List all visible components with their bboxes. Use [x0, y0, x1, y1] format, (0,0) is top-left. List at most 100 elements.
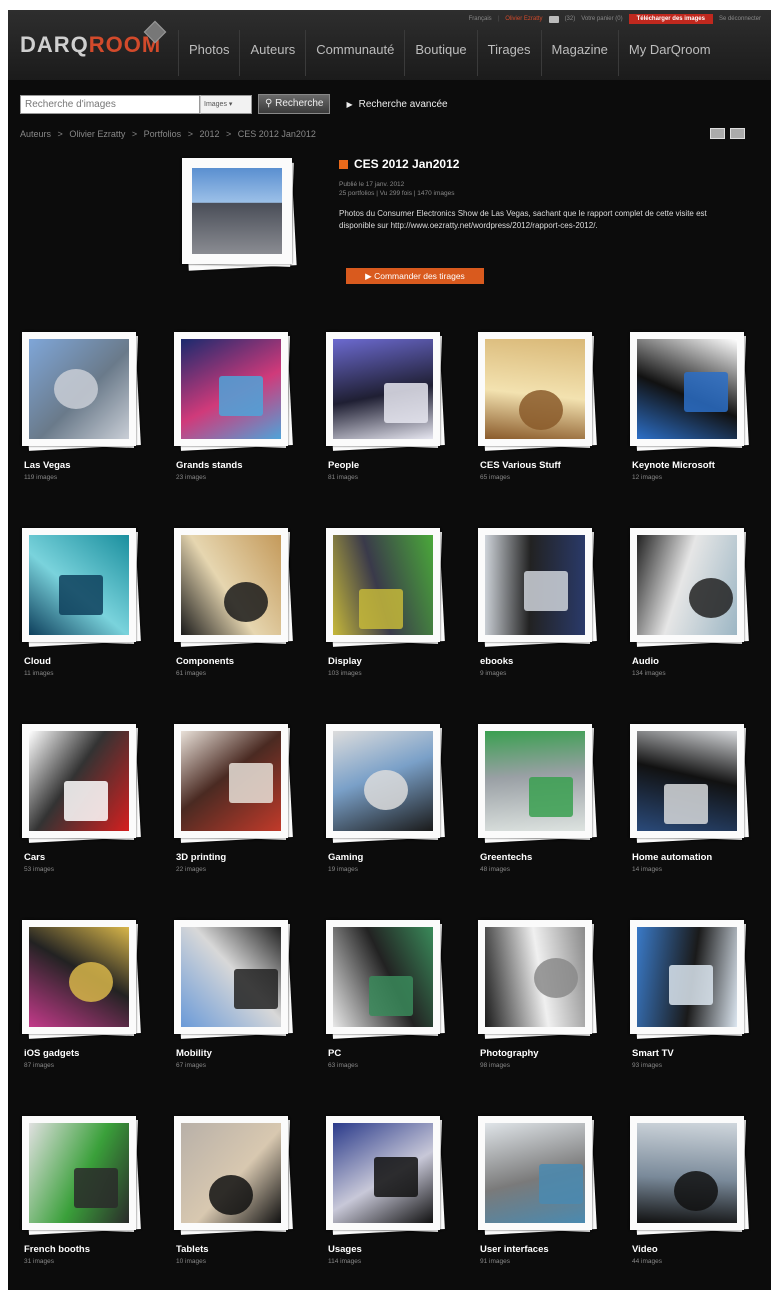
- portfolio-card[interactable]: Home automation 14 images: [628, 718, 760, 888]
- portfolio-thumbnail[interactable]: [476, 1114, 600, 1238]
- portfolio-card[interactable]: Audio 134 images: [628, 522, 760, 692]
- portfolio-card[interactable]: French booths 31 images: [20, 1110, 152, 1280]
- portfolio-thumbnail[interactable]: [628, 526, 752, 650]
- portfolio-card[interactable]: Grands stands 23 images: [172, 326, 304, 496]
- portfolio-card[interactable]: Display 103 images: [324, 522, 456, 692]
- crumb-year[interactable]: 2012: [199, 129, 219, 139]
- portfolio-card[interactable]: iOS gadgets 87 images: [20, 914, 152, 1084]
- portfolio-title[interactable]: Mobility: [176, 1048, 212, 1059]
- portfolio-title[interactable]: Keynote Microsoft: [632, 460, 715, 471]
- portfolio-thumbnail[interactable]: [20, 722, 144, 846]
- nav-tirages[interactable]: Tirages: [476, 30, 541, 76]
- portfolio-title[interactable]: User interfaces: [480, 1244, 549, 1255]
- portfolio-title[interactable]: Components: [176, 656, 234, 667]
- portfolio-thumbnail[interactable]: [20, 918, 144, 1042]
- nav-my-darqroom[interactable]: My DarQroom: [617, 30, 721, 76]
- portfolio-title[interactable]: Las Vegas: [24, 460, 70, 471]
- portfolio-thumbnail[interactable]: [628, 722, 752, 846]
- portfolio-card[interactable]: Gaming 19 images: [324, 718, 456, 888]
- nav-communaute[interactable]: Communauté: [305, 30, 404, 76]
- cart-link[interactable]: Votre panier (0): [581, 16, 622, 22]
- portfolio-thumbnail[interactable]: [476, 526, 600, 650]
- rss-icon[interactable]: [339, 160, 348, 170]
- portfolio-card[interactable]: Usages 114 images: [324, 1110, 456, 1280]
- portfolio-title[interactable]: People: [328, 460, 359, 471]
- portfolio-title[interactable]: Smart TV: [632, 1048, 674, 1059]
- portfolio-thumbnail[interactable]: [324, 1114, 448, 1238]
- portfolio-card[interactable]: Cars 53 images: [20, 718, 152, 888]
- portfolio-title[interactable]: Home automation: [632, 852, 712, 863]
- portfolio-card[interactable]: Smart TV 93 images: [628, 914, 760, 1084]
- logout-link[interactable]: Se déconnecter: [719, 16, 761, 22]
- slideshow-view-icon[interactable]: [730, 128, 745, 139]
- portfolio-thumbnail[interactable]: [172, 722, 296, 846]
- portfolio-card[interactable]: Keynote Microsoft 12 images: [628, 326, 760, 496]
- portfolio-thumbnail[interactable]: [20, 330, 144, 454]
- portfolio-card[interactable]: Greentechs 48 images: [476, 718, 608, 888]
- portfolio-thumbnail[interactable]: [476, 330, 600, 454]
- darqroom-logo[interactable]: DARQROOM: [20, 20, 167, 58]
- search-input[interactable]: Recherche d'images: [20, 94, 200, 114]
- portfolio-title[interactable]: Photography: [480, 1048, 539, 1059]
- portfolio-title[interactable]: Display: [328, 656, 362, 667]
- portfolio-thumbnail[interactable]: [324, 526, 448, 650]
- portfolio-thumbnail[interactable]: [172, 330, 296, 454]
- portfolio-card[interactable]: Las Vegas 119 images: [20, 326, 152, 496]
- portfolio-thumbnail[interactable]: [628, 918, 752, 1042]
- portfolio-thumbnail[interactable]: [20, 1114, 144, 1238]
- crumb-auteurs[interactable]: Auteurs: [20, 129, 51, 139]
- portfolio-title[interactable]: Tablets: [176, 1244, 209, 1255]
- crumb-author[interactable]: Olivier Ezratty: [69, 129, 125, 139]
- nav-auteurs[interactable]: Auteurs: [239, 30, 305, 76]
- portfolio-card[interactable]: People 81 images: [324, 326, 456, 496]
- portfolio-title[interactable]: Usages: [328, 1244, 362, 1255]
- portfolio-card[interactable]: User interfaces 91 images: [476, 1110, 608, 1280]
- portfolio-title[interactable]: CES Various Stuff: [480, 460, 561, 471]
- portfolio-title[interactable]: Gaming: [328, 852, 363, 863]
- portfolio-thumbnail[interactable]: [324, 330, 448, 454]
- portfolio-card[interactable]: 3D printing 22 images: [172, 718, 304, 888]
- download-images-button[interactable]: Télécharger des images: [628, 14, 713, 24]
- search-button[interactable]: ⚲ Recherche: [258, 94, 331, 114]
- portfolio-title[interactable]: Grands stands: [176, 460, 243, 471]
- portfolio-title[interactable]: French booths: [24, 1244, 90, 1255]
- portfolio-card[interactable]: Mobility 67 images: [172, 914, 304, 1084]
- portfolio-thumbnail[interactable]: [20, 526, 144, 650]
- advanced-search-link[interactable]: ▶ Recherche avancée: [346, 99, 447, 110]
- portfolio-title[interactable]: Cloud: [24, 656, 51, 667]
- album-cover[interactable]: [182, 158, 297, 271]
- nav-boutique[interactable]: Boutique: [404, 30, 476, 76]
- portfolio-thumbnail[interactable]: [172, 918, 296, 1042]
- portfolio-card[interactable]: PC 63 images: [324, 914, 456, 1084]
- portfolio-card[interactable]: CES Various Stuff 65 images: [476, 326, 608, 496]
- messages-icon[interactable]: [548, 15, 559, 23]
- user-menu[interactable]: Olivier Ezratty: [505, 16, 542, 22]
- order-prints-button[interactable]: ▶ Commander des tirages: [346, 268, 484, 284]
- portfolio-thumbnail[interactable]: [324, 722, 448, 846]
- portfolio-thumbnail[interactable]: [628, 330, 752, 454]
- portfolio-thumbnail[interactable]: [476, 918, 600, 1042]
- portfolio-title[interactable]: Video: [632, 1244, 658, 1255]
- portfolio-card[interactable]: Video 44 images: [628, 1110, 760, 1280]
- search-scope-select[interactable]: Images ▾: [200, 94, 252, 114]
- portfolio-title[interactable]: Cars: [24, 852, 45, 863]
- portfolio-title[interactable]: PC: [328, 1048, 341, 1059]
- portfolio-thumbnail[interactable]: [628, 1114, 752, 1238]
- portfolio-thumbnail[interactable]: [324, 918, 448, 1042]
- portfolio-card[interactable]: Cloud 11 images: [20, 522, 152, 692]
- portfolio-card[interactable]: Photography 98 images: [476, 914, 608, 1084]
- portfolio-card[interactable]: Tablets 10 images: [172, 1110, 304, 1280]
- portfolio-thumbnail[interactable]: [476, 722, 600, 846]
- portfolio-thumbnail[interactable]: [172, 1114, 296, 1238]
- portfolio-card[interactable]: Components 61 images: [172, 522, 304, 692]
- portfolio-thumbnail[interactable]: [172, 526, 296, 650]
- portfolio-title[interactable]: ebooks: [480, 656, 513, 667]
- crumb-portfolios[interactable]: Portfolios: [144, 129, 182, 139]
- portfolio-card[interactable]: ebooks 9 images: [476, 522, 608, 692]
- nav-photos[interactable]: Photos: [178, 30, 239, 76]
- language-link[interactable]: Français: [469, 16, 492, 22]
- nav-magazine[interactable]: Magazine: [540, 30, 618, 76]
- portfolio-title[interactable]: 3D printing: [176, 852, 226, 863]
- portfolio-title[interactable]: Audio: [632, 656, 659, 667]
- portfolio-title[interactable]: iOS gadgets: [24, 1048, 79, 1059]
